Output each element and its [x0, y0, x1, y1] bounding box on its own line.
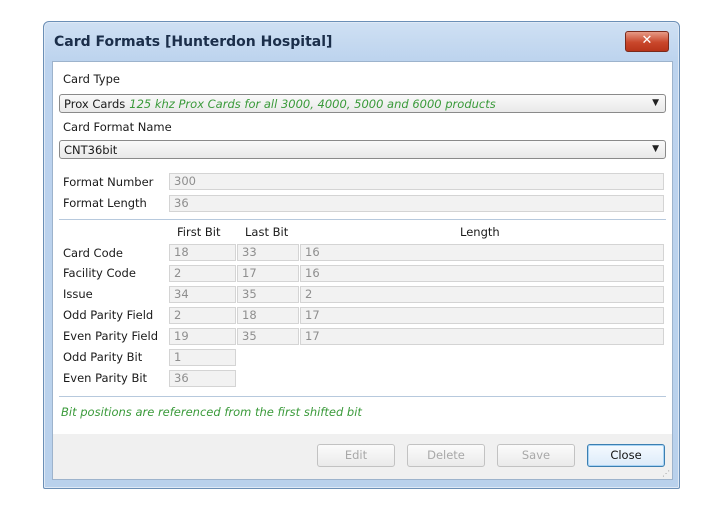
separator [59, 396, 666, 397]
card-type-value-wrap: Prox Cards 125 khz Prox Cards for all 300… [64, 97, 496, 111]
delete-button[interactable]: Delete [407, 444, 485, 467]
facility-code-last-bit: 17 [237, 265, 299, 282]
card-type-description: 125 khz Prox Cards for all 3000, 4000, 5… [129, 97, 496, 111]
odd-parity-field-last-bit: 18 [237, 307, 299, 324]
odd-parity-field-first-bit: 2 [169, 307, 236, 324]
card-code-first-bit: 18 [169, 244, 236, 261]
resize-grip-icon[interactable]: ⋰ [662, 469, 670, 478]
button-bar: Edit Delete Save Close ⋰ [52, 434, 673, 480]
even-parity-field-last-bit: 35 [237, 328, 299, 345]
close-icon: ✕ [641, 33, 653, 48]
issue-length: 2 [300, 286, 664, 303]
dialog-title: Card Formats [Hunterdon Hospital] [54, 34, 333, 50]
card-format-name-label: Card Format Name [63, 120, 172, 134]
facility-code-first-bit: 2 [169, 265, 236, 282]
title-bar[interactable]: Card Formats [Hunterdon Hospital] ✕ [44, 22, 679, 62]
facility-code-length: 16 [300, 265, 664, 282]
row-label-even-parity-field: Even Parity Field [63, 329, 158, 343]
edit-button[interactable]: Edit [317, 444, 395, 467]
column-header-first-bit: First Bit [177, 225, 221, 239]
card-type-label: Card Type [63, 72, 120, 86]
row-label-issue: Issue [63, 287, 93, 301]
format-number-field: 300 [169, 173, 664, 190]
card-type-dropdown[interactable]: Prox Cards 125 khz Prox Cards for all 300… [59, 94, 666, 113]
card-formats-dialog: Card Formats [Hunterdon Hospital] ✕ Card… [43, 21, 680, 489]
card-format-name-dropdown[interactable]: CNT36bit ▼ [59, 140, 666, 159]
even-parity-bit-first-bit: 36 [169, 370, 236, 387]
even-parity-field-length: 17 [300, 328, 664, 345]
issue-last-bit: 35 [237, 286, 299, 303]
separator [59, 219, 666, 220]
card-code-length: 16 [300, 244, 664, 261]
even-parity-field-first-bit: 19 [169, 328, 236, 345]
issue-first-bit: 34 [169, 286, 236, 303]
row-label-odd-parity-field: Odd Parity Field [63, 308, 154, 322]
format-length-label: Format Length [63, 196, 147, 210]
close-button[interactable]: Close [587, 444, 665, 467]
dialog-body: Card Type Prox Cards 125 khz Prox Cards f… [52, 61, 673, 435]
row-label-odd-parity-bit: Odd Parity Bit [63, 350, 143, 364]
save-button[interactable]: Save [497, 444, 575, 467]
row-label-even-parity-bit: Even Parity Bit [63, 371, 148, 385]
column-header-length: Length [460, 225, 500, 239]
format-number-label: Format Number [63, 175, 154, 189]
chevron-down-icon: ▼ [652, 98, 659, 108]
card-type-value: Prox Cards [64, 97, 126, 111]
window-close-button[interactable]: ✕ [625, 31, 669, 52]
odd-parity-field-length: 17 [300, 307, 664, 324]
row-label-card-code: Card Code [63, 246, 123, 260]
bit-position-note: Bit positions are referenced from the fi… [61, 405, 362, 419]
format-length-field: 36 [169, 195, 664, 212]
card-format-name-value: CNT36bit [64, 143, 118, 157]
odd-parity-bit-first-bit: 1 [169, 349, 236, 366]
row-label-facility-code: Facility Code [63, 266, 136, 280]
chevron-down-icon: ▼ [652, 144, 659, 154]
card-code-last-bit: 33 [237, 244, 299, 261]
column-header-last-bit: Last Bit [245, 225, 289, 239]
